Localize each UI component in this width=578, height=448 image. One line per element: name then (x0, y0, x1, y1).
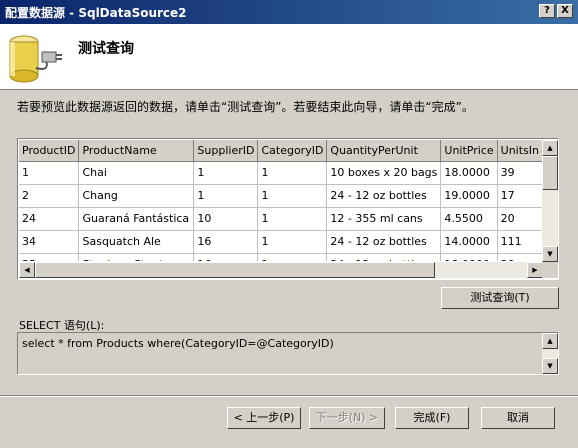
table-cell[interactable]: 24 (19, 207, 80, 231)
grid-vertical-scrollbar[interactable]: ▲ ▼ (542, 140, 558, 262)
column-header[interactable]: UnitPrice (440, 140, 498, 162)
table-cell[interactable]: 24 - 12 oz bottles (326, 184, 442, 208)
table-cell[interactable]: 10 (193, 207, 259, 231)
arrow-down-icon[interactable]: ▼ (542, 246, 558, 262)
column-header[interactable]: ProductID (19, 140, 80, 162)
table-cell[interactable]: 1 (257, 184, 328, 208)
scroll-thumb[interactable] (542, 156, 558, 190)
preview-grid[interactable]: ProductID ProductName SupplierID Categor… (17, 138, 559, 280)
table-cell[interactable]: Guaraná Fantástica (78, 207, 195, 231)
sql-scrollbar[interactable]: ▲ ▼ (542, 333, 558, 374)
column-header[interactable]: QuantityPerUnit (326, 140, 442, 162)
grid-horizontal-scrollbar[interactable]: ◀ ▶ (19, 262, 543, 278)
table-cell[interactable]: 111 (497, 230, 543, 254)
table-cell[interactable]: 4.5500 (440, 207, 498, 231)
column-header[interactable]: ProductName (78, 140, 195, 162)
table-cell[interactable]: Sasquatch Ale (78, 230, 195, 254)
table-cell[interactable]: Chang (78, 184, 195, 208)
help-button[interactable]: ? (539, 4, 555, 18)
table-cell[interactable]: 16 (193, 230, 259, 254)
arrow-up-icon[interactable]: ▲ (542, 140, 558, 156)
results-table: ProductID ProductName SupplierID Categor… (19, 140, 543, 261)
cancel-button[interactable]: 取消 (481, 407, 555, 429)
table-cell[interactable]: 19.0000 (440, 184, 498, 208)
table-cell[interactable]: 34 (19, 230, 80, 254)
table-cell[interactable]: 12 - 355 ml cans (326, 207, 442, 231)
previous-button[interactable]: < 上一步(P) (227, 407, 301, 429)
table-row[interactable]: 24 Guaraná Fantástica 10 1 12 - 355 ml c… (19, 207, 543, 231)
table-cell[interactable]: 1 (19, 161, 80, 185)
close-button[interactable]: X (557, 4, 573, 18)
table-cell[interactable]: Chai (78, 161, 195, 185)
table-cell[interactable]: 1 (193, 184, 259, 208)
table-row[interactable]: 35 Steeleye Stout 16 1 24 - 12 oz bottle… (19, 253, 543, 261)
header-title: 测试查询 (78, 41, 134, 57)
arrow-down-icon[interactable]: ▼ (542, 358, 558, 374)
sql-text: select * from Products where(CategoryID=… (22, 337, 334, 350)
table-cell[interactable]: 1 (257, 253, 328, 261)
test-query-button[interactable]: 测试查询(T) (441, 287, 559, 309)
table-cell[interactable]: 14.0000 (440, 230, 498, 254)
table-row[interactable]: 1 Chai 1 1 10 boxes x 20 bags 18.0000 39 (19, 161, 543, 185)
table-cell[interactable]: 1 (257, 161, 328, 185)
table-cell[interactable]: 20 (497, 207, 543, 231)
wizard-header: 测试查询 (0, 24, 578, 90)
scroll-thumb[interactable] (35, 262, 435, 278)
table-cell[interactable]: 10 boxes x 20 bags (326, 161, 442, 185)
table-cell[interactable]: Steeleye Stout (78, 253, 195, 261)
table-cell[interactable]: 35 (19, 253, 80, 261)
column-header[interactable]: SupplierID (193, 140, 259, 162)
table-cell[interactable]: 24 - 12 oz bottles (326, 230, 442, 254)
select-statement-label: SELECT 语句(L): (19, 319, 105, 332)
table-cell[interactable]: 1 (257, 207, 328, 231)
arrow-left-icon[interactable]: ◀ (19, 262, 35, 278)
arrow-up-icon[interactable]: ▲ (542, 333, 558, 349)
database-plug-icon (9, 35, 62, 83)
footer-separator (0, 395, 578, 397)
column-header[interactable]: CategoryID (257, 140, 328, 162)
next-button[interactable]: 下一步(N) > (309, 407, 385, 429)
table-cell[interactable]: 18.0000 (440, 161, 498, 185)
table-cell[interactable]: 20 (497, 253, 543, 261)
table-cell[interactable]: 39 (497, 161, 543, 185)
table-cell[interactable]: 1 (257, 230, 328, 254)
finish-button[interactable]: 完成(F) (395, 407, 469, 429)
title-bar: 配置数据源 - SqlDataSource2 ? X (0, 0, 578, 24)
window-title: 配置数据源 - SqlDataSource2 (5, 6, 187, 20)
table-cell[interactable]: 17 (497, 184, 543, 208)
table-cell[interactable]: 16 (193, 253, 259, 261)
header-row: ProductID ProductName SupplierID Categor… (19, 140, 543, 162)
arrow-right-icon[interactable]: ▶ (527, 262, 543, 278)
scroll-corner (542, 262, 558, 278)
table-cell[interactable]: 24 - 12 oz bottles (326, 253, 442, 261)
table-row[interactable]: 34 Sasquatch Ale 16 1 24 - 12 oz bottles… (19, 230, 543, 254)
column-header[interactable]: UnitsIn (497, 140, 543, 162)
sql-textbox[interactable]: select * from Products where(CategoryID=… (17, 332, 559, 375)
table-cell[interactable]: 1 (193, 161, 259, 185)
table-cell[interactable]: 18.0000 (440, 253, 498, 261)
instruction-text: 若要预览此数据源返回的数据，请单击“测试查询”。若要结束此向导，请单击“完成”。 (17, 100, 474, 114)
table-cell[interactable]: 2 (19, 184, 80, 208)
table-row[interactable]: 2 Chang 1 1 24 - 12 oz bottles 19.0000 1… (19, 184, 543, 208)
